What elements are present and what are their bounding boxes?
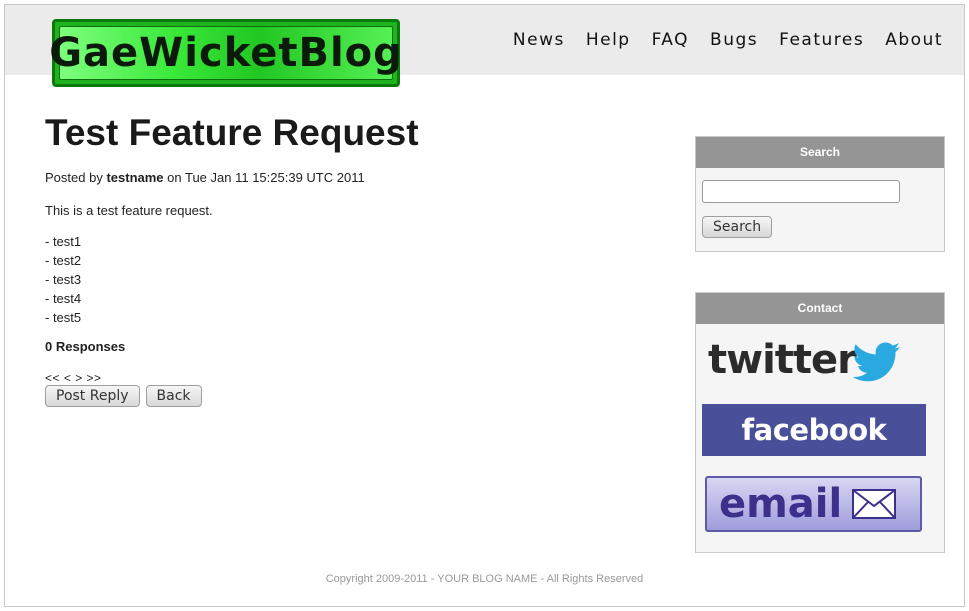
twitter-logo-text: twitter bbox=[708, 337, 857, 383]
nav-bugs[interactable]: Bugs bbox=[710, 30, 758, 50]
post-title: Test Feature Request bbox=[45, 112, 419, 153]
nav-news[interactable]: News bbox=[513, 30, 565, 50]
nav-help[interactable]: Help bbox=[586, 30, 631, 50]
post-actions: Post Reply Back bbox=[45, 385, 645, 407]
email-link[interactable]: email bbox=[705, 476, 922, 532]
search-button[interactable]: Search bbox=[702, 216, 773, 238]
twitter-bird-icon bbox=[852, 342, 900, 382]
nav-about[interactable]: About bbox=[885, 30, 943, 50]
contact-heading: Contact bbox=[696, 293, 944, 324]
list-item: - test1 bbox=[45, 234, 82, 249]
nav-features[interactable]: Features bbox=[779, 30, 864, 50]
list-item: - test4 bbox=[45, 291, 82, 306]
list-item: - test3 bbox=[45, 272, 82, 287]
meta-prefix: Posted by bbox=[45, 170, 103, 185]
search-input[interactable] bbox=[702, 180, 900, 203]
post-date: on Tue Jan 11 15:25:39 UTC 2011 bbox=[167, 170, 365, 185]
pager-links[interactable]: << < > >> bbox=[45, 371, 645, 385]
list-item: - test2 bbox=[45, 253, 82, 268]
main-nav: News Help FAQ Bugs Features About bbox=[492, 30, 943, 50]
search-panel: Search Search bbox=[695, 136, 945, 252]
post-body: This is a test feature request. bbox=[45, 203, 213, 218]
post-meta: Posted by testname on Tue Jan 11 15:25:3… bbox=[45, 170, 645, 185]
twitter-link[interactable]: twitter bbox=[708, 336, 920, 384]
post-content: Test Feature Request Posted by testname … bbox=[45, 112, 645, 407]
facebook-link[interactable]: facebook bbox=[702, 404, 926, 456]
back-button[interactable]: Back bbox=[145, 385, 202, 407]
footer-copyright: Copyright 2009-2011 - YOUR BLOG NAME - A… bbox=[325, 573, 644, 585]
logo-text: GaeWicketBlog bbox=[49, 26, 402, 80]
post-author: testname bbox=[106, 170, 164, 185]
search-heading: Search bbox=[696, 137, 944, 168]
contact-panel: Contact twitter facebook email bbox=[695, 292, 945, 553]
email-logo-text: email bbox=[719, 481, 843, 527]
site-logo[interactable]: GaeWicketBlog bbox=[49, 19, 402, 87]
envelope-icon bbox=[852, 489, 897, 519]
post-list: - test1 - test2 - test3 - test4 - test5 bbox=[45, 232, 645, 327]
responses-count: 0 Responses bbox=[45, 339, 126, 354]
post-reply-button[interactable]: Post Reply bbox=[45, 385, 140, 407]
nav-faq[interactable]: FAQ bbox=[652, 30, 689, 50]
list-item: - test5 bbox=[45, 310, 82, 325]
